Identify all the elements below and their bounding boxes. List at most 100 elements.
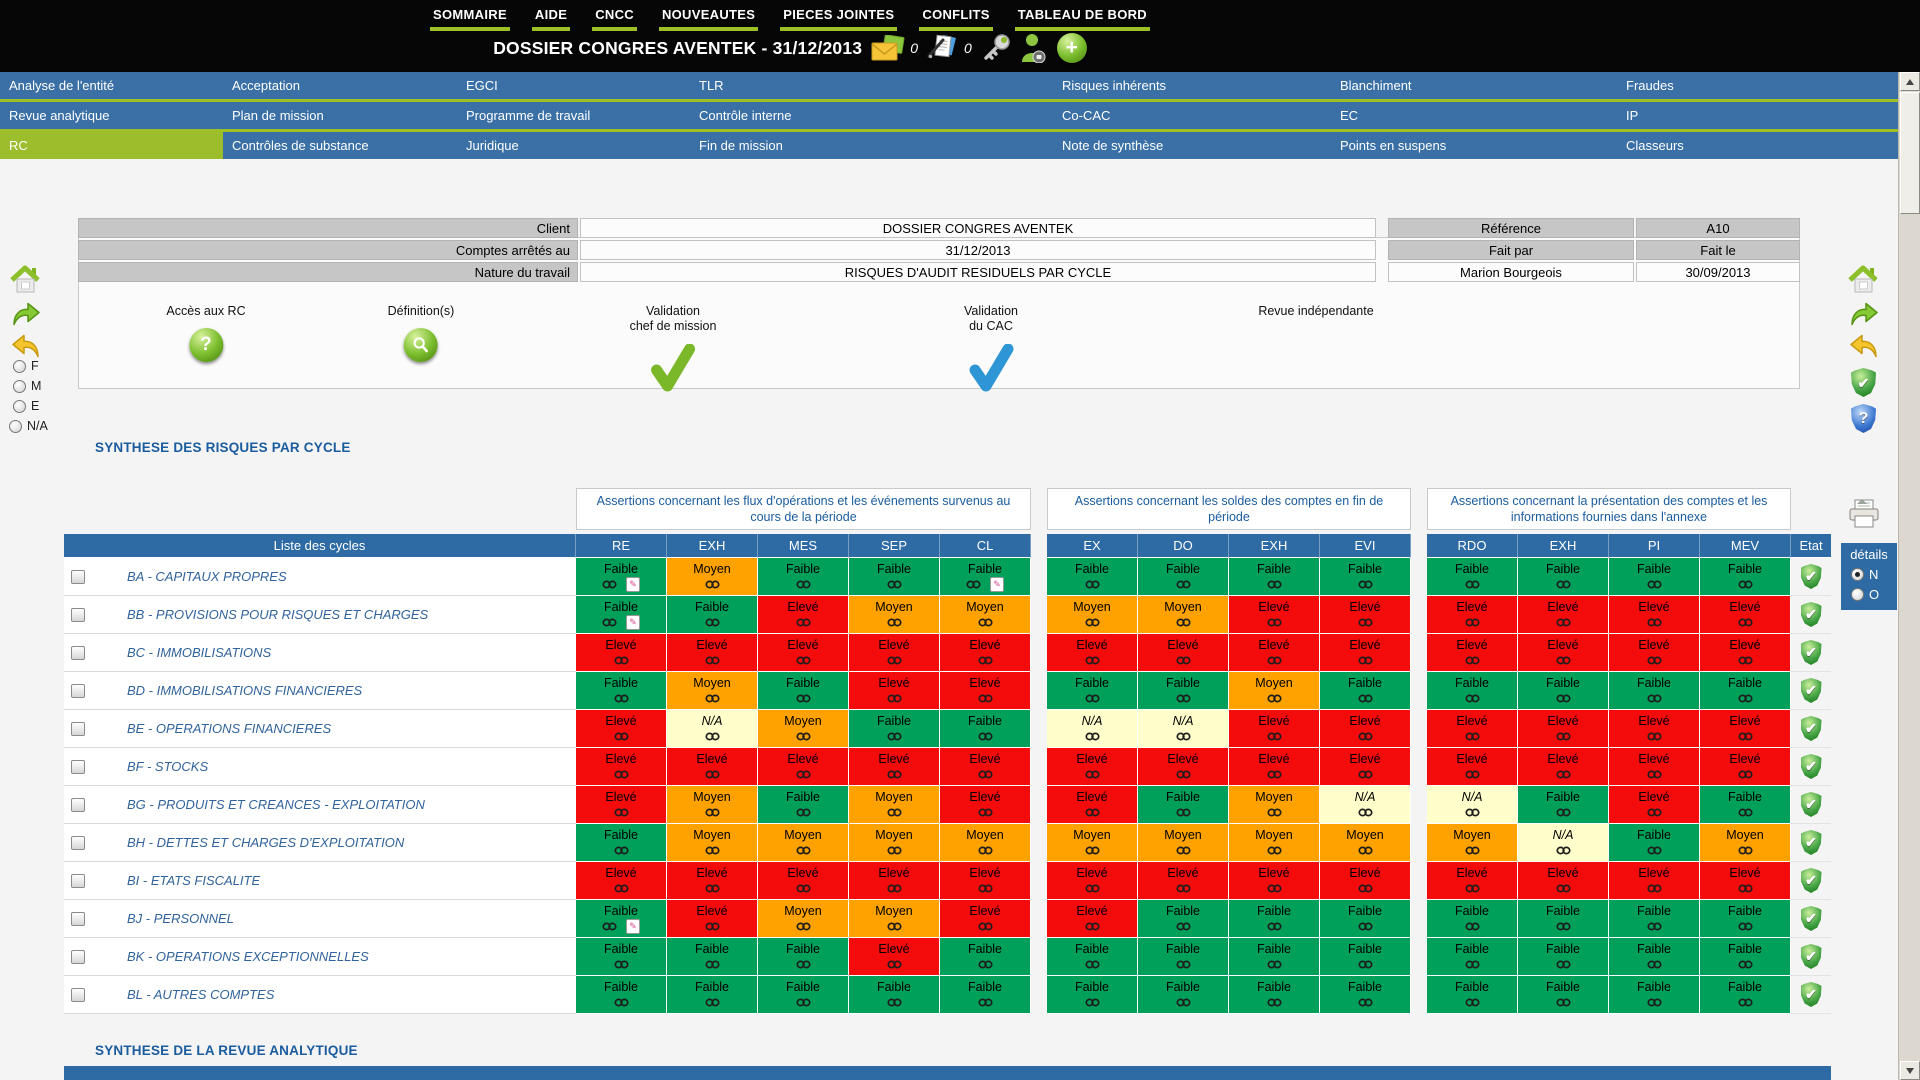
link-icon[interactable]	[1267, 656, 1282, 665]
link-icon[interactable]	[1647, 770, 1662, 779]
link-icon[interactable]	[1465, 960, 1480, 969]
link-icon[interactable]	[614, 732, 629, 741]
link-icon[interactable]	[978, 846, 993, 855]
radio-f[interactable]	[13, 360, 26, 373]
row-checkbox[interactable]	[71, 646, 85, 660]
link-icon[interactable]	[1176, 922, 1191, 931]
link-icon[interactable]	[1465, 808, 1480, 817]
cac-validation-check-icon[interactable]	[964, 344, 1018, 394]
link-icon[interactable]	[1358, 694, 1373, 703]
cycle-name-link[interactable]: BE - OPERATIONS FINANCIERES	[127, 721, 331, 736]
nav-item-tableau-de-bord[interactable]: TABLEAU DE BORD	[1015, 5, 1150, 31]
row-checkbox[interactable]	[71, 760, 85, 774]
link-icon[interactable]	[1358, 770, 1373, 779]
edit-note-icon[interactable]: ✎	[626, 615, 640, 630]
link-icon[interactable]	[1176, 808, 1191, 817]
etat-valid-shield-icon[interactable]	[1801, 944, 1822, 969]
link-icon[interactable]	[1647, 960, 1662, 969]
link-icon[interactable]	[887, 846, 902, 855]
link-icon[interactable]	[705, 846, 720, 855]
menu-item-egci[interactable]: EGCI	[457, 72, 690, 99]
link-icon[interactable]	[1176, 694, 1191, 703]
link-icon[interactable]	[1085, 922, 1100, 931]
link-icon[interactable]	[1738, 770, 1753, 779]
nav-item-nouveautes[interactable]: NOUVEAUTES	[659, 5, 758, 31]
link-icon[interactable]	[1358, 808, 1373, 817]
link-icon[interactable]	[1465, 922, 1480, 931]
link-icon[interactable]	[1465, 656, 1480, 665]
link-icon[interactable]	[1465, 998, 1480, 1007]
etat-valid-shield-icon[interactable]	[1801, 754, 1822, 779]
nav-item-aide[interactable]: AIDE	[532, 5, 570, 31]
link-icon[interactable]	[1176, 884, 1191, 893]
link-icon[interactable]	[1738, 998, 1753, 1007]
forward-arrow-icon[interactable]	[1849, 301, 1879, 328]
link-icon[interactable]	[1085, 808, 1100, 817]
user-icon[interactable]	[1020, 33, 1048, 63]
link-icon[interactable]	[1738, 884, 1753, 893]
link-icon[interactable]	[1465, 770, 1480, 779]
link-icon[interactable]	[1085, 732, 1100, 741]
menu-item-rc[interactable]: RC	[0, 132, 223, 159]
link-icon[interactable]	[705, 732, 720, 741]
nav-item-pieces-jointes[interactable]: PIECES JOINTES	[780, 5, 897, 31]
link-icon[interactable]	[978, 922, 993, 931]
link-icon[interactable]	[614, 694, 629, 703]
link-icon[interactable]	[614, 884, 629, 893]
nav-item-cncc[interactable]: CNCC	[592, 5, 637, 31]
link-icon[interactable]	[614, 808, 629, 817]
link-icon[interactable]	[978, 656, 993, 665]
link-icon[interactable]	[1647, 656, 1662, 665]
link-icon[interactable]	[1556, 656, 1571, 665]
link-icon[interactable]	[1647, 580, 1662, 589]
forward-arrow-icon[interactable]	[11, 301, 41, 328]
etat-valid-shield-icon[interactable]	[1801, 868, 1822, 893]
radio-n[interactable]	[1851, 568, 1864, 581]
link-icon[interactable]	[1738, 732, 1753, 741]
link-icon[interactable]	[1358, 960, 1373, 969]
link-icon[interactable]	[1176, 656, 1191, 665]
etat-valid-shield-icon[interactable]	[1801, 678, 1822, 703]
nav-item-conflits[interactable]: CONFLITS	[919, 5, 992, 31]
link-icon[interactable]	[705, 694, 720, 703]
link-icon[interactable]	[1267, 732, 1282, 741]
menu-item-risques-inh-rents[interactable]: Risques inhérents	[1053, 72, 1331, 99]
menu-item-tlr[interactable]: TLR	[690, 72, 1053, 99]
link-icon[interactable]	[1738, 580, 1753, 589]
link-icon[interactable]	[705, 808, 720, 817]
link-icon[interactable]	[1267, 846, 1282, 855]
link-icon[interactable]	[1556, 694, 1571, 703]
etat-valid-shield-icon[interactable]	[1801, 716, 1822, 741]
link-icon[interactable]	[1738, 656, 1753, 665]
cycle-name-link[interactable]: BL - AUTRES COMPTES	[127, 987, 274, 1002]
link-icon[interactable]	[1738, 960, 1753, 969]
link-icon[interactable]	[978, 770, 993, 779]
mail-icon[interactable]	[871, 35, 905, 62]
link-icon[interactable]	[1465, 694, 1480, 703]
row-checkbox[interactable]	[71, 836, 85, 850]
link-icon[interactable]	[1085, 960, 1100, 969]
link-icon[interactable]	[796, 922, 811, 931]
link-icon[interactable]	[1358, 656, 1373, 665]
link-icon[interactable]	[1358, 846, 1373, 855]
link-icon[interactable]	[1465, 580, 1480, 589]
magnifier-ball-icon[interactable]	[404, 328, 438, 362]
menu-item-analyse-de-l-entit-[interactable]: Analyse de l'entité	[0, 72, 223, 99]
row-checkbox[interactable]	[71, 684, 85, 698]
link-icon[interactable]	[1267, 694, 1282, 703]
link-icon[interactable]	[1176, 846, 1191, 855]
link-icon[interactable]	[1176, 618, 1191, 627]
back-arrow-icon[interactable]	[1849, 333, 1879, 360]
cycle-name-link[interactable]: BF - STOCKS	[127, 759, 208, 774]
help-shield-icon[interactable]	[1851, 404, 1876, 433]
link-icon[interactable]	[1267, 580, 1282, 589]
question-ball-icon[interactable]: ?	[189, 328, 223, 362]
link-icon[interactable]	[1085, 998, 1100, 1007]
link-icon[interactable]	[1738, 846, 1753, 855]
nav-item-sommaire[interactable]: SOMMAIRE	[430, 5, 510, 31]
etat-valid-shield-icon[interactable]	[1801, 792, 1822, 817]
link-icon[interactable]	[1738, 618, 1753, 627]
link-icon[interactable]	[1085, 884, 1100, 893]
back-arrow-icon[interactable]	[11, 333, 41, 360]
notes-icon[interactable]	[927, 34, 959, 62]
